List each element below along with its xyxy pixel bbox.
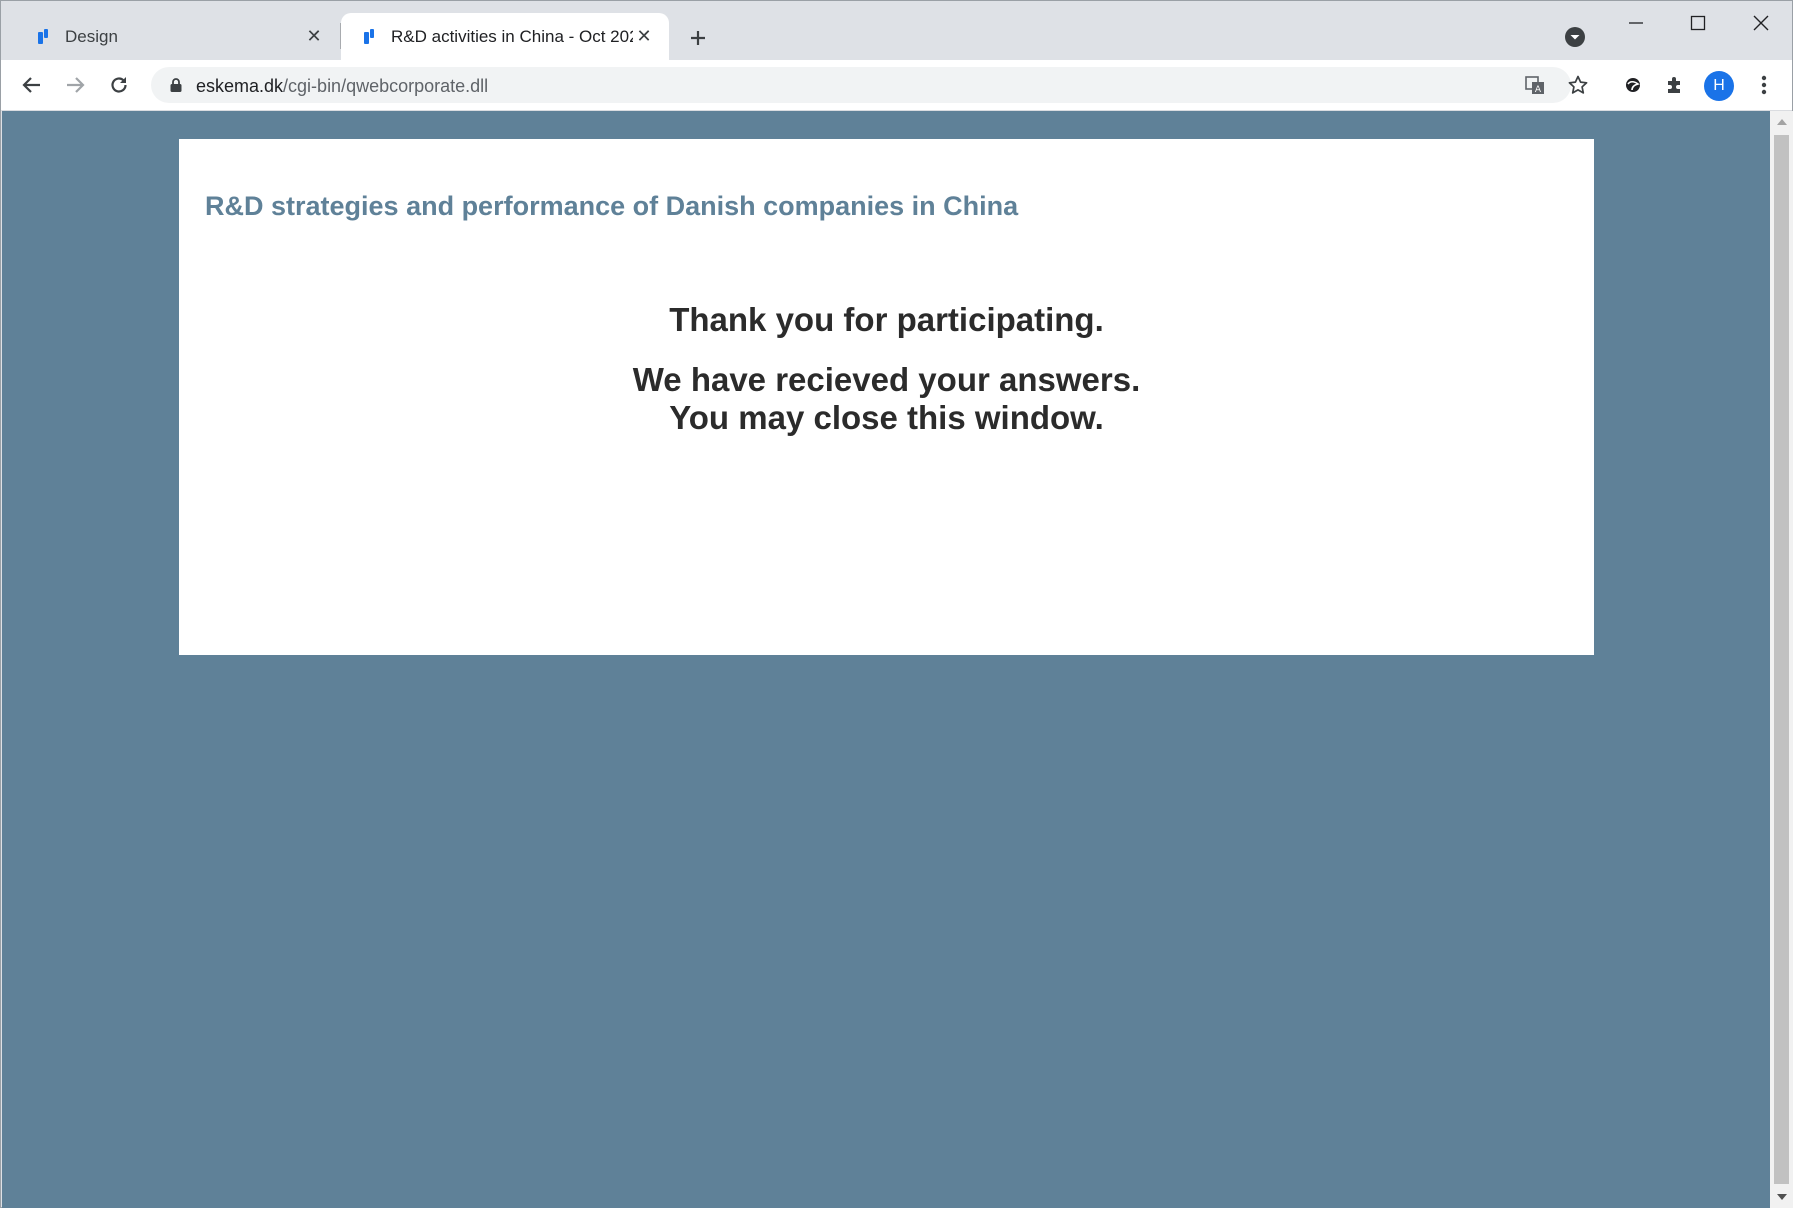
lock-icon[interactable] <box>167 76 185 94</box>
bookmark-button[interactable] <box>1564 71 1592 99</box>
chevron-down-icon <box>1565 27 1585 47</box>
close-tab-icon[interactable]: ✕ <box>633 26 655 48</box>
translate-icon: A <box>1525 76 1544 95</box>
tab-strip: Design ✕ R&D activities in China - Oct 2… <box>1 1 1792 60</box>
tab-title: Design <box>65 26 118 46</box>
close-window-button[interactable] <box>1731 5 1791 41</box>
back-button[interactable] <box>15 68 49 102</box>
close-window-message: You may close this window. <box>669 399 1104 436</box>
minimize-icon <box>1629 22 1643 24</box>
triangle-down-icon <box>1776 1194 1787 1200</box>
maximize-icon <box>1690 15 1706 31</box>
browser-toolbar: eskema.dk/cgi-bin/qwebcorporate.dll A H <box>1 60 1792 111</box>
translate-button[interactable]: A <box>1521 71 1549 99</box>
arrow-left-icon <box>22 77 40 93</box>
arrow-right-icon <box>67 77 85 93</box>
svg-text:A: A <box>1535 85 1542 95</box>
tab-design[interactable]: Design ✕ <box>15 13 339 60</box>
url-domain: eskema.dk <box>196 76 284 96</box>
puzzle-icon <box>1668 77 1680 93</box>
browser-menu-button[interactable] <box>1747 68 1781 102</box>
triangle-up-icon <box>1776 119 1787 125</box>
new-tab-button[interactable] <box>683 23 713 53</box>
star-icon <box>1568 75 1588 94</box>
scroll-down-button[interactable] <box>1770 1186 1793 1208</box>
page-viewport: R&D strategies and performance of Danish… <box>2 111 1770 1208</box>
address-bar[interactable]: eskema.dk/cgi-bin/qwebcorporate.dll A <box>151 67 1588 103</box>
questback-favicon-icon <box>33 27 53 47</box>
url-text[interactable]: eskema.dk/cgi-bin/qwebcorporate.dll <box>196 76 488 97</box>
more-vertical-icon <box>1761 75 1767 95</box>
url-path: /cgi-bin/qwebcorporate.dll <box>283 76 489 96</box>
forward-button[interactable] <box>58 68 92 102</box>
tab-search-button[interactable] <box>1563 25 1587 49</box>
vertical-scrollbar[interactable] <box>1770 111 1793 1208</box>
profile-avatar[interactable]: H <box>1704 71 1734 101</box>
reload-icon <box>111 77 127 93</box>
survey-card: R&D strategies and performance of Danish… <box>179 139 1594 655</box>
reload-button[interactable] <box>102 68 136 102</box>
thank-you-message: Thank you for participating. <box>669 301 1104 338</box>
scroll-up-button[interactable] <box>1770 111 1793 133</box>
extension-button[interactable] <box>1616 68 1650 102</box>
plus-icon <box>691 31 705 45</box>
extensions-menu-button[interactable] <box>1658 68 1692 102</box>
survey-title: R&D strategies and performance of Danish… <box>205 191 1019 221</box>
extension-icon <box>1626 78 1640 92</box>
close-tab-icon[interactable]: ✕ <box>303 26 325 48</box>
received-message: We have recieved your answers. <box>632 361 1141 398</box>
close-icon <box>1753 15 1769 31</box>
tab-title: R&D activities in China - Oct 202 <box>391 26 633 46</box>
questback-favicon-icon <box>359 27 379 47</box>
browser-window: Design ✕ R&D activities in China - Oct 2… <box>0 0 1793 1208</box>
minimize-button[interactable] <box>1606 5 1666 41</box>
scrollbar-thumb[interactable] <box>1774 135 1789 1184</box>
maximize-button[interactable] <box>1668 5 1728 41</box>
tab-survey[interactable]: R&D activities in China - Oct 202 ✕ <box>341 13 669 60</box>
